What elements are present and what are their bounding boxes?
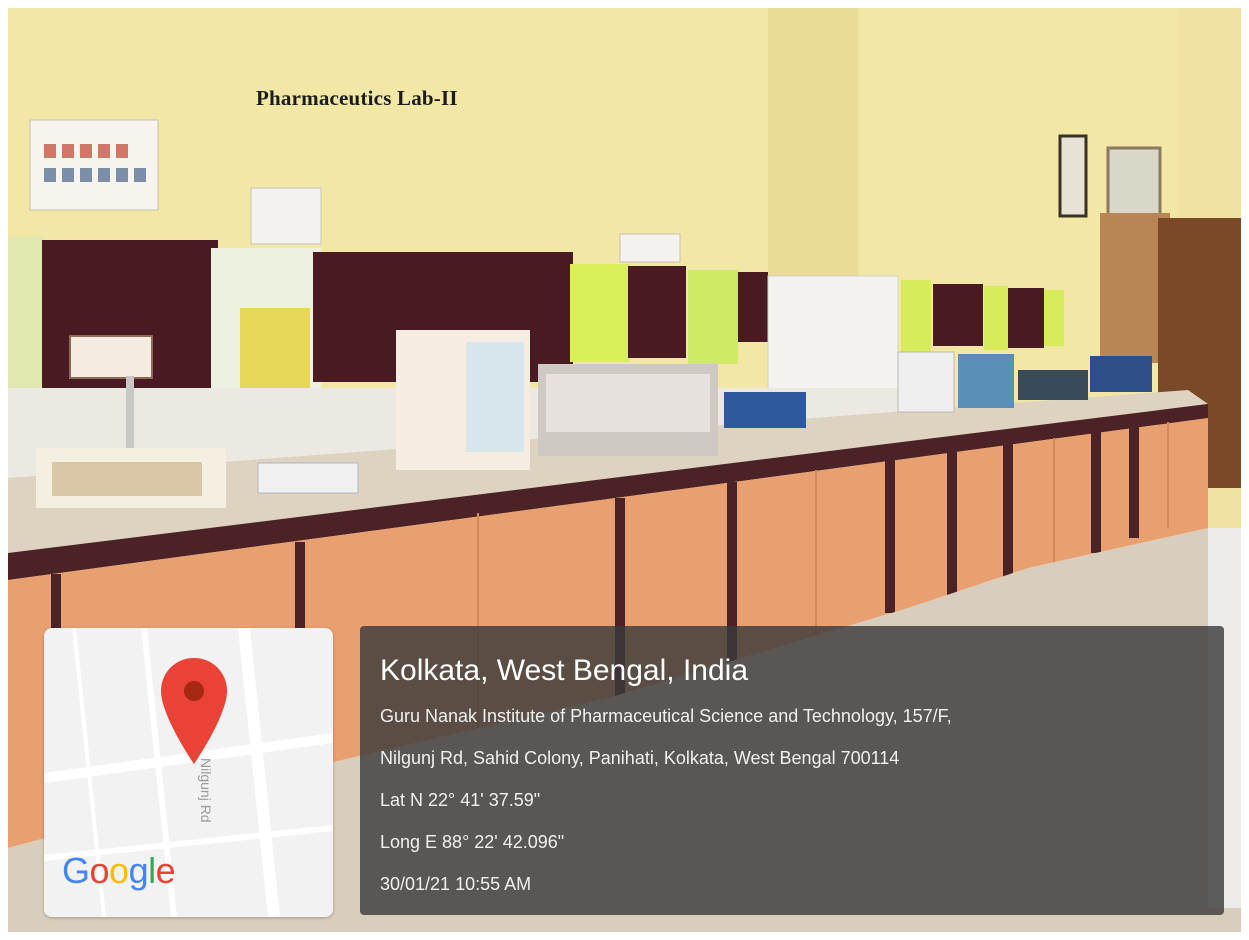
road-label: Nilgunj Rd (198, 758, 214, 823)
google-logo: Google (62, 850, 176, 891)
latitude: Lat N 22° 41' 37.59" (380, 790, 541, 810)
timestamp: 30/01/21 10:55 AM (380, 874, 532, 894)
lab-photo: Pharmaceutics Lab-II Nilgunj Rd Google K… (8, 8, 1241, 932)
address-line-1: Guru Nanak Institute of Pharmaceutical S… (380, 706, 952, 726)
location-title: Kolkata, West Bengal, India (380, 654, 748, 687)
map-thumbnail: Nilgunj Rd Google (44, 628, 333, 917)
address-line-2: Nilgunj Rd, Sahid Colony, Panihati, Kolk… (380, 748, 900, 768)
location-overlay: Kolkata, West Bengal, India Guru Nanak I… (360, 626, 1224, 915)
longitude: Long E 88° 22' 42.096" (380, 832, 565, 852)
lab-sign: Pharmaceutics Lab-II (256, 86, 458, 110)
